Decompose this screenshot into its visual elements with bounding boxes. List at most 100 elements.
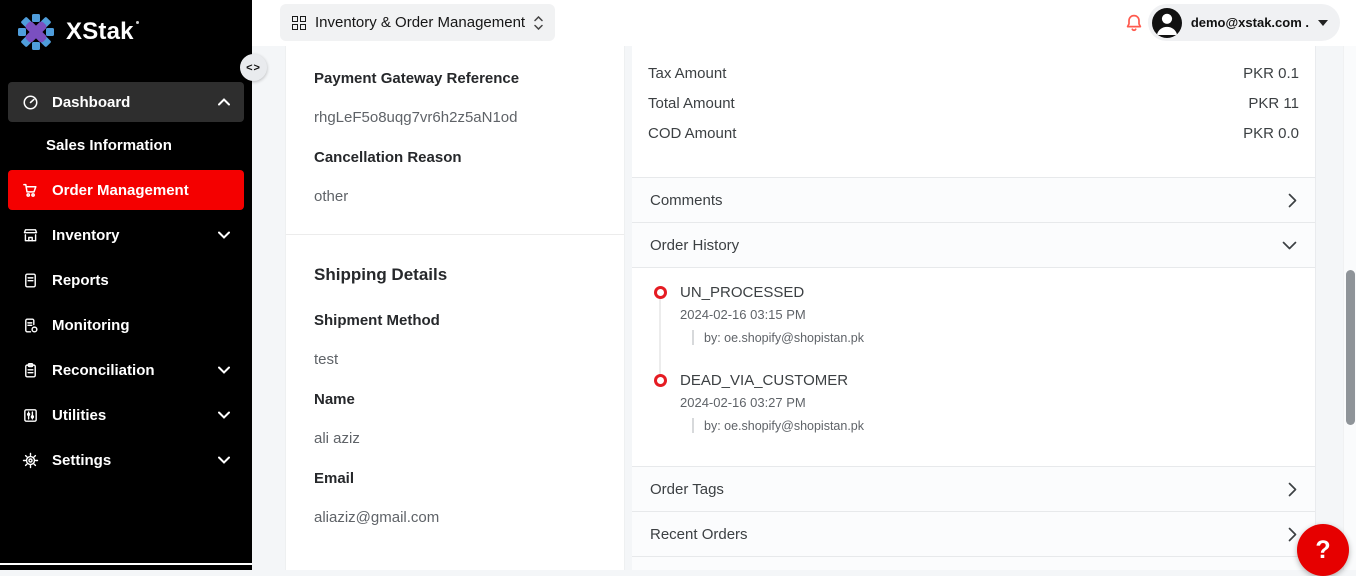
accordion-order-history[interactable]: Order History [632, 222, 1315, 267]
chevron-down-icon [1282, 241, 1297, 250]
sidebar-item-reconciliation[interactable]: Reconciliation [8, 350, 244, 390]
summary-row-tax: Tax Amount PKR 0.1 [648, 58, 1299, 88]
order-history-timeline: UN_PROCESSED 2024-02-16 03:15 PM by: oe.… [654, 284, 1315, 433]
brand-name: XStak [66, 18, 134, 46]
gauge-icon [22, 94, 39, 111]
brand-logo[interactable]: XStak [0, 0, 252, 60]
accordion-recent-orders[interactable]: Recent Orders [632, 511, 1315, 556]
notification-bell-button[interactable] [1124, 13, 1144, 39]
help-button[interactable]: ? [1297, 524, 1349, 576]
timeline-marker-icon [654, 374, 667, 387]
app-switcher-label: Inventory & Order Management [315, 14, 525, 31]
shipment-method-label: Shipment Method [314, 312, 596, 329]
cart-icon [22, 182, 39, 199]
event-by-row: by: oe.shopify@shopistan.pk [692, 330, 1315, 345]
sliders-icon [22, 407, 39, 424]
by-divider [692, 418, 694, 433]
payment-gateway-reference-value: rhgLeF5o8uqg7vr6h2z5aN1od [314, 109, 596, 126]
comments-label: Comments [650, 192, 723, 209]
sidebar-item-order-management[interactable]: Order Management [8, 170, 244, 210]
tax-amount-label: Tax Amount [648, 65, 726, 82]
app-switcher-button[interactable]: Inventory & Order Management [280, 4, 555, 41]
sidebar-item-settings[interactable]: Settings [8, 440, 244, 480]
shipment-method-value: test [314, 351, 596, 368]
order-details-card: Payment Gateway Reference rhgLeF5o8uqg7v… [285, 46, 625, 570]
email-value: aliaziz@gmail.com [314, 509, 596, 526]
chevron-right-icon [1288, 527, 1297, 542]
sidebar-item-label: Inventory [52, 227, 120, 244]
sidebar-nav: Dashboard Sales Information Order Manage… [0, 82, 252, 480]
sidebar-item-label: Monitoring [52, 317, 129, 334]
bell-icon [1124, 13, 1144, 34]
document-gear-icon [22, 317, 39, 334]
person-icon [1152, 8, 1182, 38]
cancellation-reason-label: Cancellation Reason [314, 149, 596, 166]
scrollbar-thumb[interactable] [1346, 270, 1355, 425]
timeline-marker-icon [654, 286, 667, 299]
payment-section: Payment Gateway Reference rhgLeF5o8uqg7v… [286, 46, 624, 205]
vertical-scrollbar[interactable] [1343, 46, 1356, 570]
topbar: Inventory & Order Management demo@xstak.… [252, 0, 1356, 46]
chevron-right-icon [1288, 482, 1297, 497]
accordion-order-tags[interactable]: Order Tags [632, 466, 1315, 511]
sidebar-item-label: Order Management [52, 182, 189, 199]
apps-grid-icon [292, 16, 306, 30]
brand-trademark-dot [136, 21, 139, 24]
gear-icon [22, 452, 39, 469]
accordion-comments[interactable]: Comments [632, 177, 1315, 222]
cancellation-reason-value: other [314, 188, 596, 205]
total-amount-label: Total Amount [648, 95, 735, 112]
event-by: by: oe.shopify@shopistan.pk [704, 331, 864, 345]
sidebar: XStak Dashboard Sales Information Order … [0, 0, 252, 570]
avatar [1152, 8, 1182, 38]
sidebar-item-reports[interactable]: Reports [8, 260, 244, 300]
chevron-right-icon [1288, 193, 1297, 208]
event-status: UN_PROCESSED [680, 284, 1315, 301]
recent-orders-label: Recent Orders [650, 526, 748, 543]
collapse-glyph: <> [246, 62, 261, 74]
sidebar-collapse-button[interactable]: <> [240, 54, 267, 81]
partial-next-row [632, 556, 1315, 570]
shipping-details-title: Shipping Details [314, 265, 596, 285]
sidebar-item-label: Settings [52, 452, 111, 469]
sidebar-item-inventory[interactable]: Inventory [8, 215, 244, 255]
event-by: by: oe.shopify@shopistan.pk [704, 419, 864, 433]
sidebar-item-utilities[interactable]: Utilities [8, 395, 244, 435]
chevron-down-icon [218, 411, 230, 419]
total-amount-value: PKR 11 [1248, 95, 1299, 112]
sidebar-item-label: Utilities [52, 407, 106, 424]
by-divider [692, 330, 694, 345]
payment-gateway-reference-label: Payment Gateway Reference [314, 70, 596, 87]
sidebar-item-label: Reports [52, 272, 109, 289]
chevron-down-icon [218, 366, 230, 374]
cod-amount-label: COD Amount [648, 125, 736, 142]
order-tags-label: Order Tags [650, 481, 724, 498]
caret-down-icon [1318, 20, 1328, 26]
event-status: DEAD_VIA_CUSTOMER [680, 372, 1315, 389]
shipping-details-section: Shipping Details Shipment Method test Na… [286, 235, 624, 526]
summary-row-total: Total Amount PKR 11 [648, 88, 1299, 118]
cod-amount-value: PKR 0.0 [1243, 125, 1299, 142]
user-menu-button[interactable]: demo@xstak.com . [1148, 4, 1340, 41]
order-history-label: Order History [650, 237, 739, 254]
event-datetime: 2024-02-16 03:15 PM [680, 307, 1315, 322]
sidebar-item-monitoring[interactable]: Monitoring [8, 305, 244, 345]
sidebar-item-label: Sales Information [46, 137, 172, 154]
chevron-down-icon [218, 456, 230, 464]
selector-carets-icon [534, 16, 543, 30]
name-label: Name [314, 391, 596, 408]
sidebar-item-dashboard[interactable]: Dashboard [8, 82, 244, 122]
tax-amount-value: PKR 0.1 [1243, 65, 1299, 82]
chevron-up-icon [218, 98, 230, 106]
timeline-event: UN_PROCESSED 2024-02-16 03:15 PM by: oe.… [654, 284, 1315, 345]
sidebar-item-label: Reconciliation [52, 362, 155, 379]
summary-row-cod: COD Amount PKR 0.0 [648, 118, 1299, 148]
user-email: demo@xstak.com . [1191, 15, 1309, 30]
sidebar-bottom-divider [0, 563, 252, 565]
event-datetime: 2024-02-16 03:27 PM [680, 395, 1315, 410]
sidebar-item-sales-information[interactable]: Sales Information [8, 128, 244, 162]
order-summary-panel: Tax Amount PKR 0.1 Total Amount PKR 11 C… [632, 46, 1316, 570]
xstak-logo-icon [16, 12, 56, 52]
sidebar-item-label: Dashboard [52, 94, 130, 111]
chevron-down-icon [218, 231, 230, 239]
